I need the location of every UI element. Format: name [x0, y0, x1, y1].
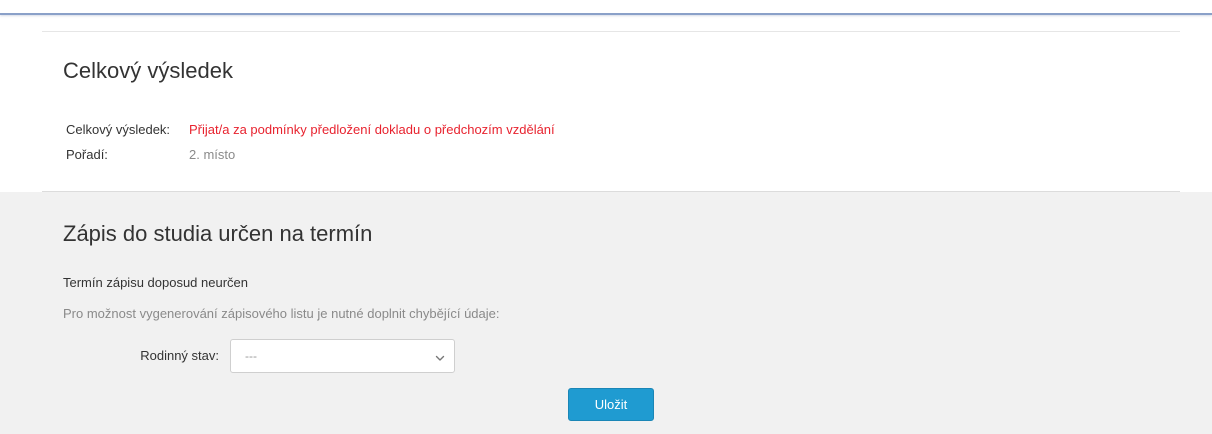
overall-result-label: Celkový výsledek:: [66, 122, 171, 137]
marital-status-selected-value: ---: [245, 349, 257, 363]
top-bar: [0, 0, 1212, 15]
marital-status-label: Rodinný stav:: [140, 348, 219, 363]
divider: [42, 31, 1180, 32]
missing-data-note: Pro možnost vygenerování zápisového list…: [63, 306, 500, 321]
rank-value: 2. místo: [189, 147, 236, 162]
enrollment-title: Zápis do studia určen na termín: [63, 221, 373, 246]
overall-result-value: Přijat/a za podmínky předložení dokladu …: [189, 122, 555, 137]
term-status: Termín zápisu doposud neurčen: [63, 275, 249, 290]
save-button[interactable]: Uložit: [568, 388, 654, 421]
chevron-down-icon: [434, 351, 446, 363]
result-title: Celkový výsledek: [63, 58, 233, 83]
marital-status-select[interactable]: ---: [230, 339, 455, 373]
rank-label: Pořadí:: [66, 147, 108, 162]
